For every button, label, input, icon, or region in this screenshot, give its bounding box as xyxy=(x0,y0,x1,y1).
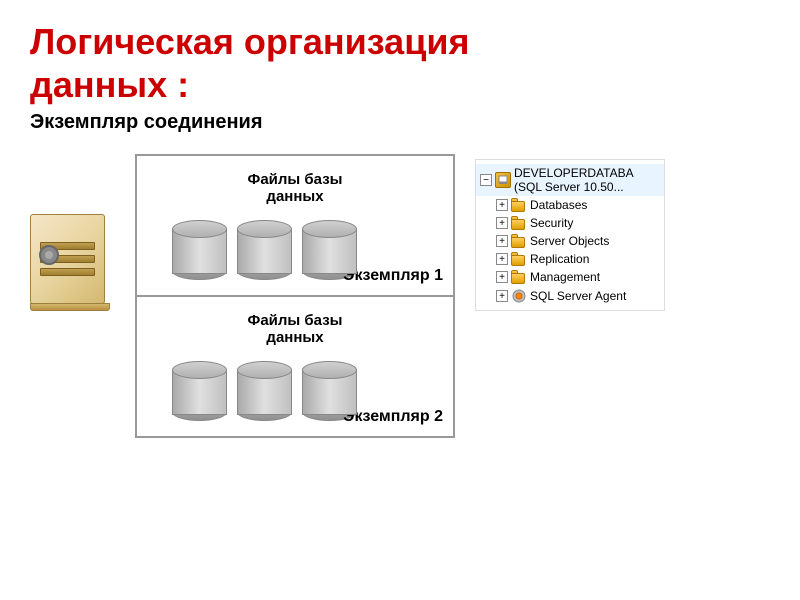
tree-root[interactable]: − DEVELOPERDATABA (SQL Server 10.50... xyxy=(476,164,664,196)
cylinder-1-2 xyxy=(237,220,292,280)
slide: Логическая организация данных : Экземпля… xyxy=(0,0,800,600)
cylinder-2-1 xyxy=(172,361,227,421)
page-title: Логическая организация данных : xyxy=(30,20,770,106)
replication-folder-icon xyxy=(511,252,527,266)
server-icon xyxy=(495,172,511,188)
instance-2: Файлы базы данных xyxy=(137,297,453,436)
tree-item-replication[interactable]: + Replication xyxy=(476,250,664,268)
server-slot-3 xyxy=(40,268,95,276)
tree-root-label: DEVELOPERDATABA (SQL Server 10.50... xyxy=(514,166,660,194)
cylinder-1-3 xyxy=(302,220,357,280)
security-folder-icon xyxy=(511,216,527,230)
databases-label: Databases xyxy=(530,198,587,212)
cylinder-2-2 xyxy=(237,361,292,421)
title-line1: Логическая организация xyxy=(30,21,469,62)
title-line2: данных : xyxy=(30,64,189,105)
management-folder-icon xyxy=(511,270,527,284)
security-toggle[interactable]: + xyxy=(496,217,508,229)
management-label: Management xyxy=(530,270,600,284)
tree-item-server-objects[interactable]: + Server Objects xyxy=(476,232,664,250)
server-objects-label: Server Objects xyxy=(530,234,609,248)
server-objects-folder-icon xyxy=(511,234,527,248)
cylinder-2-3 xyxy=(302,361,357,421)
replication-label: Replication xyxy=(530,252,589,266)
tree-item-security[interactable]: + Security xyxy=(476,214,664,232)
sql-agent-icon xyxy=(511,288,527,304)
content-area: Файлы базы данных xyxy=(30,154,770,438)
instances-box: Файлы базы данных xyxy=(135,154,455,438)
tree-root-toggle[interactable]: − xyxy=(480,174,492,186)
server-body xyxy=(30,214,105,304)
databases-folder-icon xyxy=(511,198,527,212)
management-toggle[interactable]: + xyxy=(496,271,508,283)
tree-item-databases[interactable]: + Databases xyxy=(476,196,664,214)
instance1-label: Экземпляр 1 xyxy=(343,267,443,285)
tree-panel: − DEVELOPERDATABA (SQL Server 10.50... +… xyxy=(475,159,665,311)
sql-agent-toggle[interactable]: + xyxy=(496,290,508,302)
instance2-label: Экземпляр 2 xyxy=(343,408,443,426)
server-objects-toggle[interactable]: + xyxy=(496,235,508,247)
cylinder-1-1 xyxy=(172,220,227,280)
security-label: Security xyxy=(530,216,573,230)
instance2-files-label: Файлы базы данных xyxy=(152,312,438,346)
instance-1: Файлы базы данных xyxy=(137,156,453,297)
tree-item-management[interactable]: + Management xyxy=(476,268,664,286)
server-base xyxy=(30,303,110,311)
subtitle: Экземпляр соединения xyxy=(30,111,770,134)
replication-toggle[interactable]: + xyxy=(496,253,508,265)
instance1-files-label: Файлы базы данных xyxy=(152,171,438,205)
sql-agent-label: SQL Server Agent xyxy=(530,289,626,303)
server-illustration xyxy=(30,214,115,311)
tree-item-sql-agent[interactable]: + SQL Server Agent xyxy=(476,286,664,306)
databases-toggle[interactable]: + xyxy=(496,199,508,211)
